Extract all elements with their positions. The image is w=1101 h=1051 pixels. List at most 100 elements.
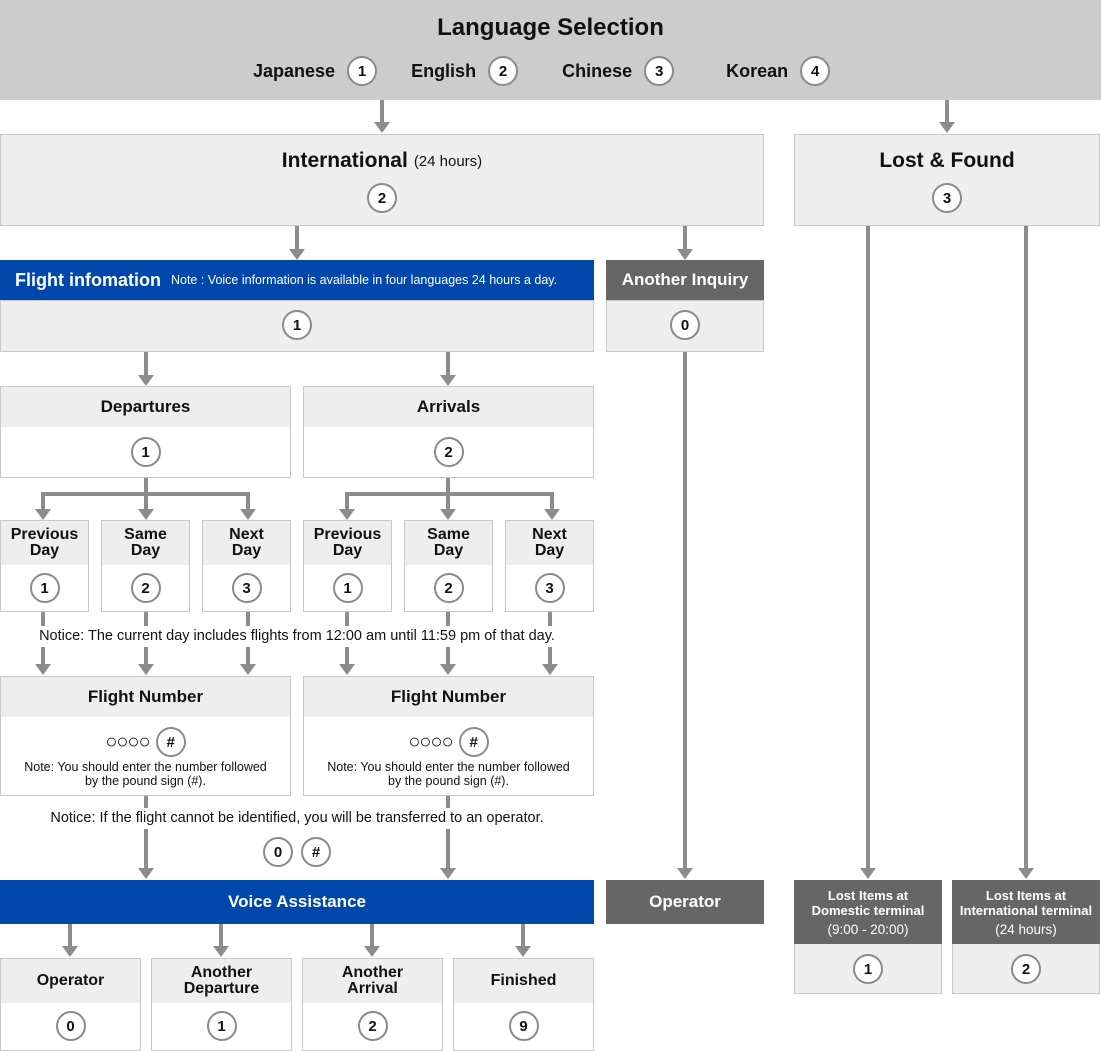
language-option-english[interactable]: English 2 [411, 56, 519, 86]
day-key-wrap: 2 [405, 573, 492, 603]
another-inquiry-header[interactable]: Another Inquiry [606, 260, 764, 300]
connector [144, 796, 148, 808]
arrow-down-icon [677, 868, 693, 879]
option-title-line2: Arrival [347, 980, 398, 997]
arrow-down-icon [240, 509, 256, 520]
digit-placeholders: ○○○○ [408, 730, 453, 753]
flight-info-header[interactable]: Flight infomation Note : Voice informati… [0, 260, 594, 300]
arrow-down-icon [339, 664, 355, 675]
day-title-line1: Next [532, 526, 567, 543]
arrivals-same-day[interactable]: Same Day 2 [404, 520, 493, 612]
arrow-down-icon [677, 249, 693, 260]
arrow-down-icon [138, 375, 154, 386]
language-selection-title: Language Selection [437, 14, 664, 41]
key-circle: 1 [282, 310, 312, 340]
option-finished[interactable]: Finished 9 [453, 958, 594, 1051]
connector [295, 226, 299, 250]
departures-same-day[interactable]: Same Day 2 [101, 520, 190, 612]
note-line: Note: You should enter the number follow… [24, 760, 267, 774]
connector [380, 100, 384, 124]
operator-box[interactable]: Operator [606, 880, 764, 924]
key-circle: 2 [357, 1011, 388, 1041]
operator-transfer-keys: 0 # [0, 837, 594, 867]
notice-current-day: Notice: The current day includes flights… [39, 628, 555, 644]
voice-assistance-header[interactable]: Voice Assistance [0, 880, 594, 924]
arrow-down-icon [213, 946, 229, 957]
arrivals-box[interactable]: Arrivals 2 [303, 386, 594, 478]
connector [550, 492, 554, 510]
option-operator[interactable]: Operator 0 [0, 958, 141, 1051]
day-title-line2: Day [29, 542, 60, 559]
day-title-line1: Next [229, 526, 264, 543]
day-title: Same Day [102, 521, 189, 565]
language-options: Japanese 1 English 2 Chinese 3 Korean 4 [253, 56, 831, 86]
flight-number-title: Flight Number [1, 677, 290, 717]
language-option-japanese[interactable]: Japanese 1 [253, 56, 378, 86]
arrow-down-icon [289, 249, 305, 260]
option-key-wrap: 0 [1, 1011, 140, 1041]
arrow-down-icon [138, 868, 154, 879]
option-key-wrap: 1 [152, 1011, 291, 1041]
note-line: by the pound sign (#). [388, 774, 509, 788]
international-box[interactable]: International (24 hours) 2 [0, 134, 764, 226]
connector [945, 100, 949, 124]
connector [683, 352, 687, 870]
option-key-wrap: 9 [454, 1011, 593, 1041]
arrow-down-icon [860, 868, 876, 879]
flight-info-key-box: 1 [0, 300, 594, 352]
key-circle: 1 [853, 954, 883, 984]
day-title-line2: Day [231, 542, 262, 559]
departures-next-day[interactable]: Next Day 3 [202, 520, 291, 612]
connector [246, 612, 250, 626]
pound-key-circle: # [301, 837, 331, 867]
lost-items-title-line2: Domestic terminal [811, 903, 925, 918]
lost-items-international[interactable]: Lost Items at International terminal (24… [952, 880, 1100, 994]
language-option-korean[interactable]: Korean 4 [726, 56, 831, 86]
arrivals-flight-number-box[interactable]: Flight Number ○○○○ # Note: You should en… [303, 676, 594, 796]
arrivals-title: Arrivals [304, 387, 593, 427]
lost-items-domestic[interactable]: Lost Items at Domestic terminal (9:00 - … [794, 880, 942, 994]
arrivals-previous-day[interactable]: Previous Day 1 [303, 520, 392, 612]
day-key-wrap: 1 [1, 573, 88, 603]
key-circle: 4 [800, 56, 831, 86]
key-circle: 3 [932, 183, 962, 213]
key-circle: 1 [347, 56, 378, 86]
option-title-line2: Departure [183, 980, 260, 997]
flight-number-entry: ○○○○ # [1, 727, 290, 757]
key-circle: 2 [130, 573, 161, 603]
language-option-chinese[interactable]: Chinese 3 [562, 56, 675, 86]
flight-info-title: Flight infomation [15, 269, 161, 290]
key-circle: 2 [433, 437, 464, 467]
option-another-arrival[interactable]: Another Arrival 2 [302, 958, 443, 1051]
arrow-down-icon [939, 122, 955, 133]
language-label: English [411, 60, 477, 81]
international-key-wrap: 2 [1, 183, 763, 213]
note-line: Note: You should enter the number follow… [327, 760, 570, 774]
connector [144, 352, 148, 376]
option-another-departure[interactable]: Another Departure 1 [151, 958, 292, 1051]
arrow-down-icon [339, 509, 355, 520]
option-title: Another Arrival [303, 959, 442, 1003]
arrow-down-icon [542, 664, 558, 675]
flight-number-note: Note: You should enter the number follow… [1, 760, 290, 788]
language-label: Chinese [562, 60, 633, 81]
digit-placeholders: ○○○○ [105, 730, 150, 753]
connector [345, 492, 349, 510]
lost-items-title-line1: Lost Items at [827, 888, 909, 903]
arrow-down-icon [364, 946, 380, 957]
arrow-down-icon [62, 946, 78, 957]
arrow-down-icon [35, 664, 51, 675]
day-key-wrap: 3 [203, 573, 290, 603]
arrivals-next-day[interactable]: Next Day 3 [505, 520, 594, 612]
lost-found-box[interactable]: Lost & Found 3 [794, 134, 1100, 226]
lost-items-header: Lost Items at Domestic terminal (9:00 - … [794, 880, 942, 944]
departures-flight-number-box[interactable]: Flight Number ○○○○ # Note: You should en… [0, 676, 291, 796]
departures-previous-day[interactable]: Previous Day 1 [0, 520, 89, 612]
language-selection-panel: Language Selection Japanese 1 English 2 … [0, 0, 1101, 100]
day-key-wrap: 2 [102, 573, 189, 603]
departures-box[interactable]: Departures 1 [0, 386, 291, 478]
language-label: Korean [726, 60, 789, 81]
another-inquiry-key-box: 0 [606, 300, 764, 352]
day-title-line2: Day [534, 542, 565, 559]
departures-title: Departures [1, 387, 290, 427]
